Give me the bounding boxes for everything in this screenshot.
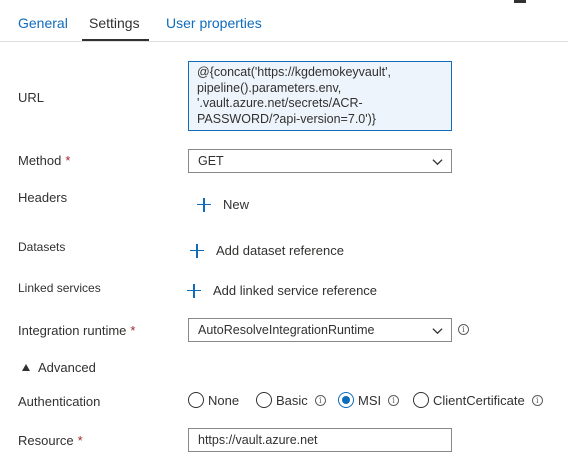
info-icon[interactable]: i <box>531 394 543 406</box>
info-icon[interactable]: i <box>388 394 400 406</box>
chevron-down-icon <box>432 328 443 335</box>
integration-runtime-select[interactable]: AutoResolveIntegrationRuntime <box>188 318 452 342</box>
tab-bar: General Settings User properties <box>0 0 568 42</box>
method-label-text: Method <box>18 153 62 168</box>
auth-option-label: MSI <box>358 392 382 408</box>
radio-button[interactable] <box>256 392 272 408</box>
auth-option-none[interactable]: None <box>188 392 239 408</box>
chevron-down-icon <box>432 159 443 166</box>
advanced-label: Advanced <box>38 360 96 375</box>
url-field[interactable]: @{concat('https://kgdemokeyvault', pipel… <box>188 61 452 131</box>
advanced-toggle[interactable]: Advanced <box>22 360 96 375</box>
integration-runtime-select-value: AutoResolveIntegrationRuntime <box>198 323 375 337</box>
window-edge-mark <box>514 0 526 3</box>
authentication-label: Authentication <box>18 394 101 409</box>
radio-button-selected[interactable] <box>338 392 354 408</box>
resource-label: Resource * <box>18 433 83 448</box>
add-linked-service-reference-button[interactable]: Add linked service reference <box>187 283 377 298</box>
radio-button[interactable] <box>188 392 204 408</box>
integration-runtime-label: Integration runtime * <box>18 323 135 338</box>
add-dataset-reference-button[interactable]: Add dataset reference <box>190 243 344 258</box>
auth-option-label: None <box>208 392 240 408</box>
headers-label: Headers <box>18 190 68 205</box>
auth-option-label: Basic <box>276 392 308 408</box>
resource-label-text: Resource <box>18 433 74 448</box>
url-label: URL <box>18 90 45 105</box>
auth-option-client-certificate[interactable]: ClientCertificate i <box>413 392 543 408</box>
required-marker: * <box>130 323 136 338</box>
new-header-button[interactable]: New <box>197 197 249 212</box>
info-icon[interactable]: i <box>314 394 326 406</box>
plus-icon <box>197 197 211 212</box>
active-tab-indicator <box>82 39 149 41</box>
auth-option-label: ClientCertificate <box>433 392 525 408</box>
tab-user-properties[interactable]: User properties <box>166 15 262 31</box>
triangle-expanded-icon <box>22 364 30 371</box>
radio-button[interactable] <box>413 392 429 408</box>
integration-runtime-label-text: Integration runtime <box>18 323 127 338</box>
datasets-label: Datasets <box>18 240 66 254</box>
resource-input[interactable]: https://vault.azure.net <box>188 428 452 452</box>
required-marker: * <box>77 433 83 448</box>
auth-option-basic[interactable]: Basic i <box>256 392 326 408</box>
tab-general[interactable]: General <box>18 15 68 31</box>
info-icon[interactable]: i <box>458 324 469 335</box>
add-dataset-reference-label: Add dataset reference <box>216 243 344 258</box>
auth-option-msi[interactable]: MSI i <box>338 392 400 408</box>
plus-icon <box>187 283 201 298</box>
new-header-label: New <box>223 197 250 212</box>
method-label: Method * <box>18 153 70 168</box>
tab-settings[interactable]: Settings <box>89 15 140 31</box>
plus-icon <box>190 243 204 258</box>
method-select[interactable]: GET <box>188 149 452 173</box>
add-linked-service-reference-label: Add linked service reference <box>213 283 378 298</box>
linked-services-label: Linked services <box>18 281 101 295</box>
required-marker: * <box>65 153 71 168</box>
method-select-value: GET <box>198 154 224 168</box>
